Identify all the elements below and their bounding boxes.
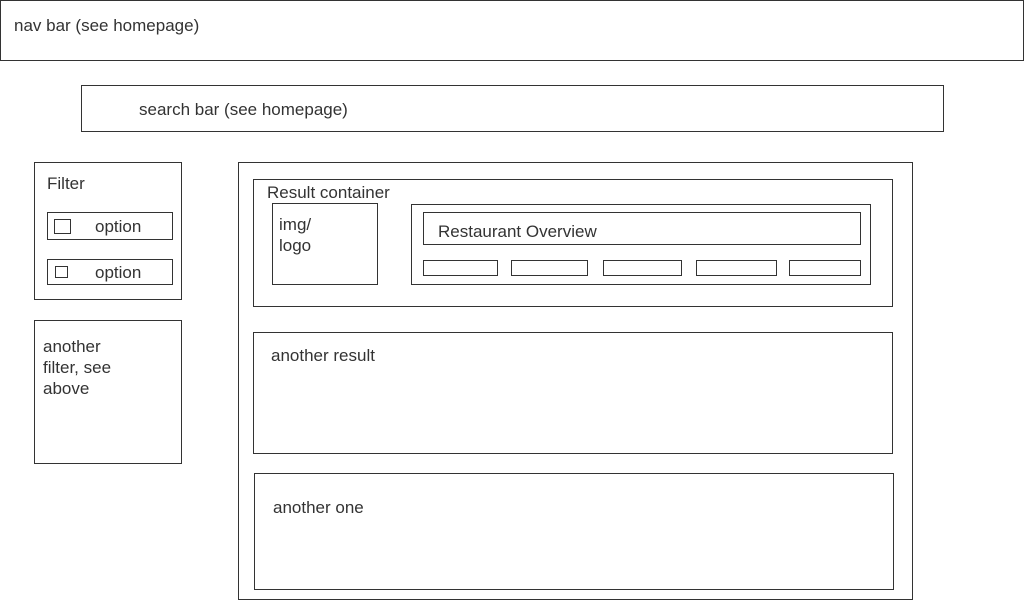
overview-detail-1 [423, 260, 498, 276]
overview-detail-2 [511, 260, 588, 276]
checkbox[interactable] [54, 219, 71, 234]
another-filter-panel: another filter, see above [34, 320, 182, 464]
overview-detail-4 [696, 260, 777, 276]
filter-option-1[interactable]: option [47, 212, 173, 240]
another-one-label: another one [273, 498, 364, 517]
results-area: Result container img/ logo Restaurant Ov… [238, 162, 913, 600]
filter-title: Filter [47, 174, 85, 193]
restaurant-overview-title-box: Restaurant Overview [423, 212, 861, 245]
filter-option-2[interactable]: option [47, 259, 173, 285]
another-result[interactable]: another result [253, 332, 893, 454]
restaurant-overview-title: Restaurant Overview [438, 222, 597, 241]
another-result-label: another result [271, 346, 375, 365]
checkbox[interactable] [55, 266, 68, 278]
search-bar[interactable]: search bar (see homepage) [81, 85, 944, 132]
another-filter-label: another filter, see above [43, 337, 112, 398]
nav-bar-label: nav bar (see homepage) [14, 16, 200, 35]
another-one-result[interactable]: another one [254, 473, 894, 590]
result-container[interactable]: Result container img/ logo Restaurant Ov… [253, 179, 893, 307]
filter-panel: Filter option option [34, 162, 182, 300]
restaurant-overview-panel: Restaurant Overview [411, 204, 871, 285]
result-image-logo: img/ logo [272, 203, 378, 285]
result-container-label: Result container [267, 183, 390, 202]
filter-option-label: option [95, 263, 142, 282]
result-image-label: img/ logo [279, 215, 312, 255]
filter-option-label: option [95, 217, 142, 236]
search-bar-label: search bar (see homepage) [139, 100, 348, 119]
overview-detail-5 [789, 260, 861, 276]
overview-detail-3 [603, 260, 682, 276]
nav-bar: nav bar (see homepage) [0, 0, 1024, 61]
